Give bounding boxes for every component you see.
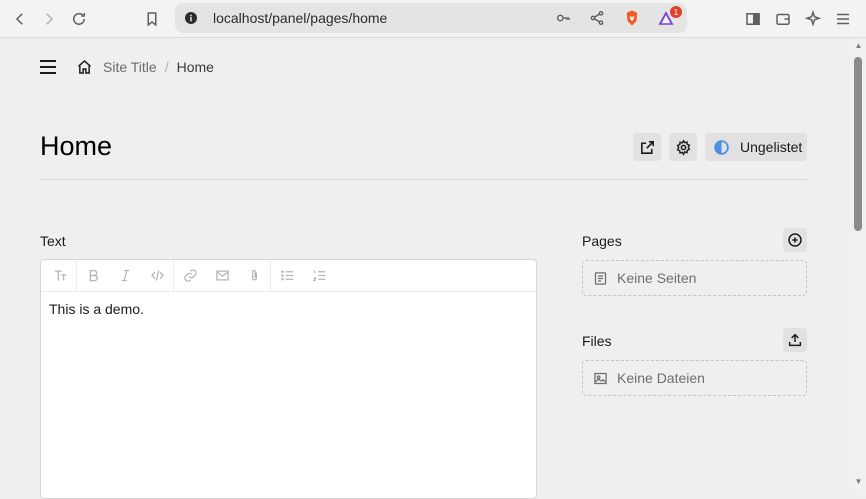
pages-empty-state: Keine Seiten (582, 260, 807, 296)
breadcrumb-current-page[interactable]: Home (177, 59, 214, 75)
breadcrumb-site-title[interactable]: Site Title (103, 59, 157, 75)
pages-empty-text: Keine Seiten (617, 270, 697, 286)
page-icon (593, 271, 608, 286)
email-icon[interactable] (206, 260, 238, 292)
bookmark-icon[interactable] (140, 7, 164, 31)
leo-ai-icon[interactable] (801, 7, 825, 31)
files-empty-state: Keine Dateien (582, 360, 807, 396)
add-circle-icon (787, 232, 803, 248)
upload-icon (787, 332, 803, 348)
url-text[interactable]: localhost/panel/pages/home (213, 10, 387, 26)
link-icon[interactable] (174, 260, 206, 292)
half-circle-status-icon (713, 139, 730, 156)
numbered-list-icon[interactable] (303, 260, 335, 292)
attachment-icon[interactable] (238, 260, 270, 292)
address-bar[interactable]: localhost/panel/pages/home (175, 3, 687, 33)
external-link-icon (639, 139, 656, 156)
editor-content[interactable]: This is a demo. (41, 292, 536, 326)
sidebar-toggle-icon[interactable] (741, 7, 765, 31)
browser-toolbar: localhost/panel/pages/home 1 (0, 0, 866, 38)
gear-icon (675, 138, 692, 156)
add-page-button[interactable] (783, 228, 807, 252)
text-field-label: Text (40, 233, 66, 249)
files-empty-text: Keine Dateien (617, 370, 705, 386)
scroll-thumb[interactable] (854, 57, 862, 231)
pages-section-label: Pages (582, 233, 622, 249)
hamburger-menu-icon[interactable] (40, 60, 56, 74)
forward-icon[interactable] (37, 7, 61, 31)
bold-icon[interactable] (77, 260, 109, 292)
brave-shield-icon[interactable] (623, 9, 641, 27)
italic-icon[interactable] (109, 260, 141, 292)
scroll-up-icon[interactable]: ▲ (854, 41, 863, 50)
breadcrumb: Site Title / Home (40, 58, 214, 76)
editor-toolbar (41, 259, 536, 292)
rewards-badge: 1 (670, 6, 682, 18)
share-icon[interactable] (588, 9, 606, 27)
site-info-icon[interactable] (182, 9, 200, 27)
scroll-down-icon[interactable]: ▼ (854, 477, 863, 486)
home-icon[interactable] (76, 59, 93, 75)
image-icon (593, 371, 608, 386)
code-icon[interactable] (141, 260, 173, 292)
page-title: Home (40, 131, 113, 161)
bullet-list-icon[interactable] (271, 260, 303, 292)
page-settings-button[interactable] (669, 133, 697, 161)
text-editor[interactable]: This is a demo. (40, 259, 537, 499)
header-divider (40, 179, 807, 180)
status-button[interactable]: Ungelistet (705, 133, 807, 161)
headings-icon[interactable] (44, 260, 76, 292)
page-scrollbar[interactable]: ▲ ▼ (851, 39, 866, 491)
files-section-label: Files (582, 333, 612, 349)
key-icon[interactable] (554, 9, 572, 27)
breadcrumb-separator: / (164, 59, 169, 75)
reload-icon[interactable] (67, 7, 91, 31)
upload-file-button[interactable] (783, 328, 807, 352)
open-page-button[interactable] (633, 133, 661, 161)
back-icon[interactable] (8, 7, 32, 31)
status-label: Ungelistet (740, 139, 803, 155)
browser-menu-icon[interactable] (831, 7, 855, 31)
wallet-icon[interactable] (771, 7, 795, 31)
